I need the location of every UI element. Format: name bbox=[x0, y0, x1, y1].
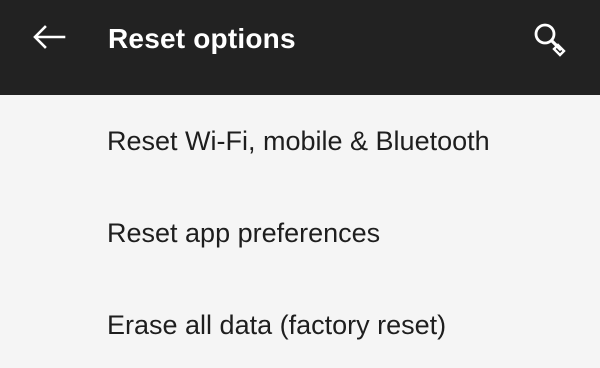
option-label: Erase all data (factory reset) bbox=[107, 310, 447, 340]
app-toolbar: Reset options bbox=[0, 0, 600, 95]
reset-wifi-mobile-bluetooth-option[interactable]: Reset Wi-Fi, mobile & Bluetooth bbox=[0, 95, 600, 187]
reset-options-list: Reset Wi-Fi, mobile & Bluetooth Reset ap… bbox=[0, 95, 600, 368]
search-icon bbox=[534, 23, 566, 57]
erase-all-data-option[interactable]: Erase all data (factory reset) bbox=[0, 279, 600, 368]
reset-options-screen: Reset options Reset Wi-Fi, mobile & Blue… bbox=[0, 0, 600, 368]
back-button[interactable] bbox=[24, 18, 76, 58]
option-label: Reset Wi-Fi, mobile & Bluetooth bbox=[107, 126, 490, 156]
reset-app-preferences-option[interactable]: Reset app preferences bbox=[0, 187, 600, 279]
page-title: Reset options bbox=[108, 23, 296, 54]
search-button[interactable] bbox=[525, 16, 575, 66]
option-label: Reset app preferences bbox=[107, 218, 381, 248]
arrow-left-icon bbox=[33, 25, 66, 49]
